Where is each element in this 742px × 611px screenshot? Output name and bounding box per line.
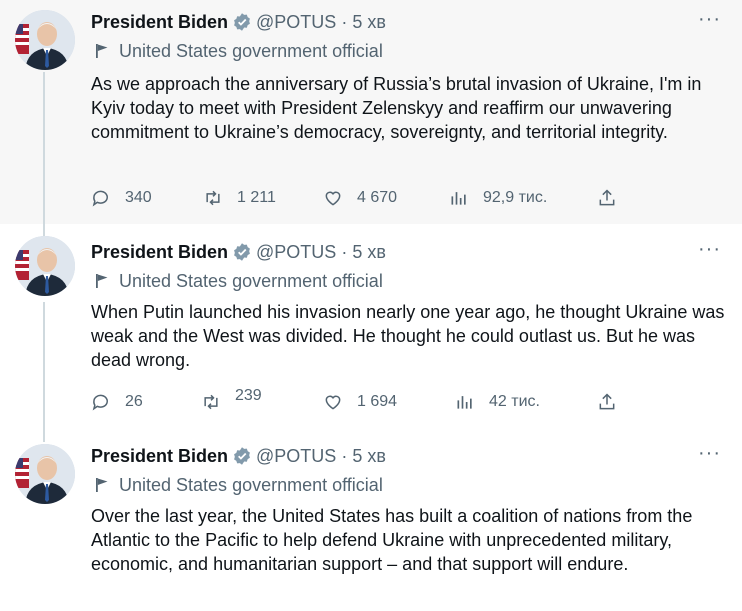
more-options-icon[interactable]: ··· [698, 443, 720, 468]
timestamp[interactable]: 5 хв [352, 242, 386, 263]
tweet-text: As we approach the anniversary of Russia… [91, 74, 702, 142]
reply-count: 340 [125, 189, 152, 206]
timestamp[interactable]: 5 хв [352, 446, 386, 467]
tweet[interactable]: President Biden @POTUS · 5 хв ··· United… [0, 432, 742, 611]
views-button[interactable]: 92,9 тис. [449, 186, 547, 210]
verified-badge-icon [234, 447, 250, 465]
reply-count: 26 [125, 393, 143, 410]
views-chart-icon [451, 192, 466, 205]
government-flag-icon [96, 478, 108, 492]
separator-dot: · [341, 445, 348, 466]
retweet-count: 1 211 [237, 189, 276, 206]
views-button[interactable]: 42 тис. [455, 390, 540, 414]
share-icon [599, 189, 615, 206]
government-label: United States government official [95, 270, 383, 292]
reply-icon [92, 190, 108, 207]
like-count: 1 694 [357, 393, 398, 410]
heart-icon [325, 395, 341, 410]
separator-dot: · [341, 241, 348, 262]
avatar[interactable] [15, 10, 75, 70]
government-flag-icon [96, 274, 108, 288]
retweet-button[interactable]: 239 [201, 387, 262, 414]
reply-icon [92, 394, 108, 411]
author-handle[interactable]: @POTUS [256, 446, 336, 467]
tweet-actions: 340 1 211 4 670 92,9 тис. [91, 186, 631, 210]
author-name[interactable]: President Biden [91, 446, 228, 467]
more-options-icon[interactable]: ··· [698, 9, 720, 34]
government-label: United States government official [95, 40, 383, 62]
thread-line [43, 302, 45, 432]
verified-badge-icon [234, 13, 250, 31]
thread-line [43, 72, 45, 224]
author-handle[interactable]: @POTUS [256, 12, 336, 33]
tweet-text: Over the last year, the United States ha… [91, 506, 693, 574]
government-label: United States government official [95, 474, 383, 496]
reply-button[interactable]: 26 [91, 390, 143, 414]
tweet-text: When Putin launched his invasion nearly … [91, 302, 725, 370]
share-button[interactable] [597, 390, 631, 414]
tweet-actions: 26 239 1 694 42 тис. [91, 387, 631, 414]
tweet-header: President Biden @POTUS · 5 хв [91, 240, 386, 264]
government-label-text: United States government official [119, 474, 383, 495]
avatar[interactable] [15, 444, 75, 504]
separator-dot: · [341, 11, 348, 32]
tweet-header: President Biden @POTUS · 5 хв [91, 444, 386, 468]
retweet-count: 239 [235, 387, 262, 404]
tweet[interactable]: President Biden @POTUS · 5 хв ··· United… [0, 0, 742, 224]
author-handle[interactable]: @POTUS [256, 242, 336, 263]
retweet-icon [204, 394, 218, 410]
government-label-text: United States government official [119, 40, 383, 61]
author-name[interactable]: President Biden [91, 242, 228, 263]
more-options-icon[interactable]: ··· [698, 239, 720, 264]
retweet-button[interactable]: 1 211 [203, 186, 276, 210]
views-count: 42 тис. [489, 393, 540, 410]
avatar[interactable] [15, 236, 75, 296]
like-button[interactable]: 4 670 [323, 186, 397, 210]
tweet-header: President Biden @POTUS · 5 хв [91, 10, 386, 34]
author-name[interactable]: President Biden [91, 12, 228, 33]
verified-badge-icon [234, 243, 250, 261]
reply-button[interactable]: 340 [91, 186, 152, 210]
thread-line [43, 432, 45, 442]
share-button[interactable] [597, 186, 631, 210]
tweet[interactable]: President Biden @POTUS · 5 хв ··· United… [0, 224, 742, 432]
retweet-icon [206, 190, 220, 206]
like-button[interactable]: 1 694 [323, 390, 397, 414]
government-label-text: United States government official [119, 270, 383, 291]
views-count: 92,9 тис. [483, 189, 548, 206]
heart-icon [325, 191, 341, 206]
government-flag-icon [96, 44, 108, 58]
timestamp[interactable]: 5 хв [352, 12, 386, 33]
like-count: 4 670 [357, 189, 398, 206]
share-icon [599, 393, 615, 410]
views-chart-icon [457, 396, 472, 409]
